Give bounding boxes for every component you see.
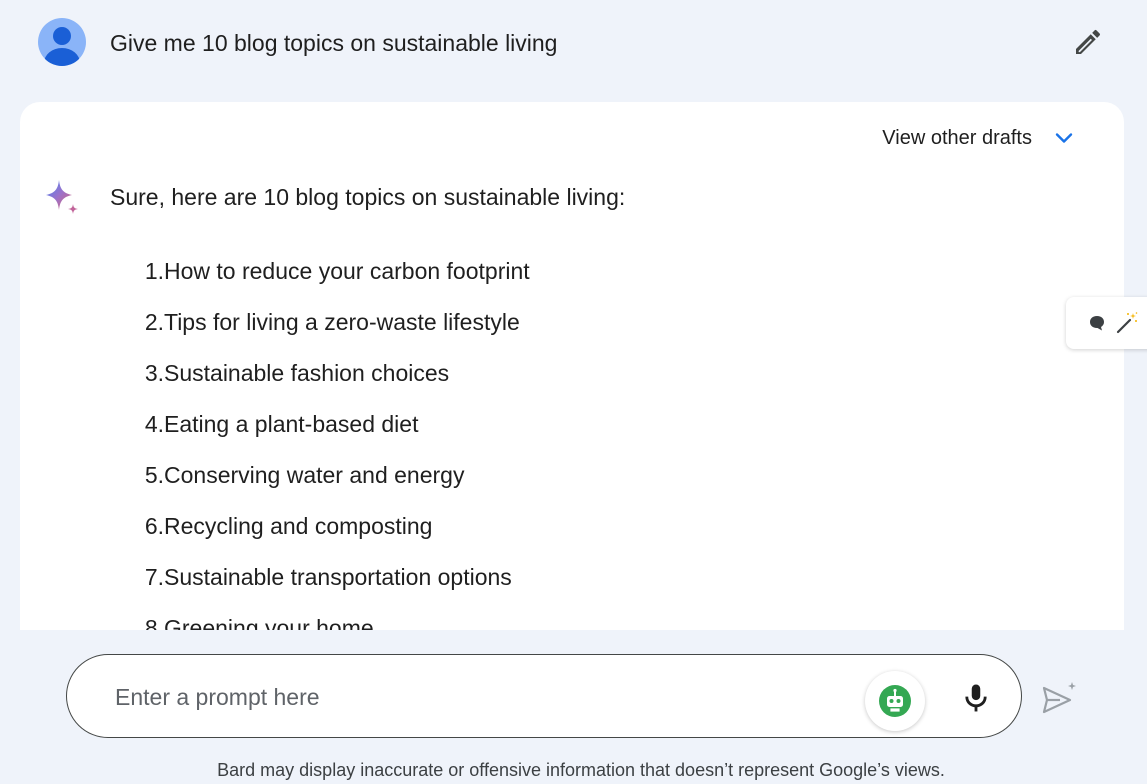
list-text: How to reduce your carbon footprint bbox=[164, 258, 530, 284]
list-number: 8. bbox=[144, 615, 164, 630]
pencil-icon bbox=[1076, 29, 1101, 54]
chevron-down-icon bbox=[1055, 133, 1073, 143]
prompt-box bbox=[66, 654, 1022, 738]
send-icon bbox=[1042, 682, 1076, 714]
magic-wand-icon[interactable] bbox=[1115, 311, 1139, 335]
list-item: 8. Greening your home bbox=[132, 615, 530, 630]
list-item: 3. Sustainable fashion choices bbox=[132, 360, 530, 411]
comment-icon[interactable] bbox=[1088, 314, 1106, 332]
send-button[interactable] bbox=[1040, 680, 1078, 716]
view-other-drafts-button[interactable]: View other drafts bbox=[882, 126, 1076, 150]
list-item: 2. Tips for living a zero-waste lifestyle bbox=[132, 309, 530, 360]
drafts-label: View other drafts bbox=[882, 126, 1032, 149]
list-number: 4. bbox=[144, 411, 164, 437]
list-item: 1. How to reduce your carbon footprint bbox=[132, 258, 530, 309]
edit-prompt-button[interactable] bbox=[1072, 26, 1104, 58]
microphone-button[interactable] bbox=[959, 681, 993, 715]
list-text: Sustainable transportation options bbox=[164, 564, 512, 590]
list-number: 6. bbox=[144, 513, 164, 539]
list-item: 7. Sustainable transportation options bbox=[132, 564, 530, 615]
list-text: Recycling and composting bbox=[164, 513, 433, 539]
user-avatar-icon bbox=[38, 18, 86, 66]
list-item: 4. Eating a plant-based diet bbox=[132, 411, 530, 462]
topic-list: 1. How to reduce your carbon footprint 2.… bbox=[132, 258, 530, 630]
list-number: 2. bbox=[144, 309, 164, 335]
list-text: Conserving water and energy bbox=[164, 462, 465, 488]
user-prompt-row: Give me 10 blog topics on sustainable li… bbox=[0, 0, 1147, 100]
extension-button[interactable] bbox=[865, 671, 925, 731]
list-text: Greening your home bbox=[164, 615, 374, 630]
response-card: View other drafts Sure, here are 10 blog… bbox=[20, 102, 1124, 630]
list-item: 6. Recycling and composting bbox=[132, 513, 530, 564]
bard-sparkle-icon bbox=[46, 180, 78, 214]
list-text: Tips for living a zero-waste lifestyle bbox=[164, 309, 520, 335]
disclaimer-text: Bard may display inaccurate or offensive… bbox=[217, 760, 945, 780]
list-item: 5. Conserving water and energy bbox=[132, 462, 530, 513]
list-text: Eating a plant-based diet bbox=[164, 411, 419, 437]
list-number: 3. bbox=[144, 360, 164, 386]
user-prompt-text: Give me 10 blog topics on sustainable li… bbox=[110, 30, 558, 56]
list-number: 5. bbox=[144, 462, 164, 488]
list-number: 1. bbox=[144, 258, 164, 284]
side-toolbar bbox=[1066, 297, 1147, 349]
list-text: Sustainable fashion choices bbox=[164, 360, 450, 386]
response-intro: Sure, here are 10 blog topics on sustain… bbox=[110, 184, 626, 210]
robot-extension-icon bbox=[879, 685, 911, 717]
list-number: 7. bbox=[144, 564, 164, 590]
microphone-icon bbox=[965, 684, 987, 712]
prompt-input[interactable] bbox=[113, 677, 817, 717]
